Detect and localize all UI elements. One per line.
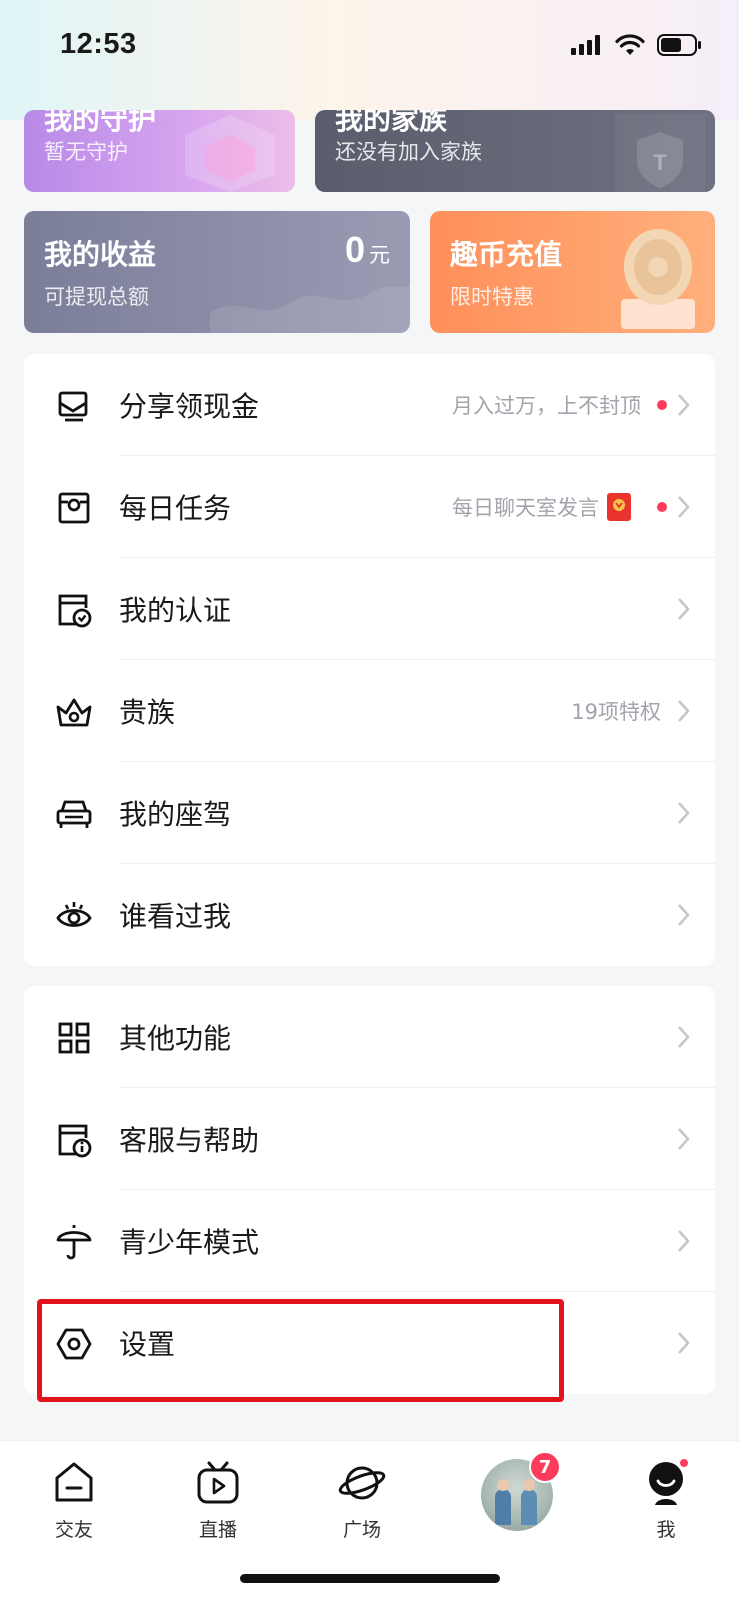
menu-item-verification[interactable]: 我的认证: [24, 558, 715, 660]
income-wave-decoration: [210, 285, 410, 333]
income-title: 我的收益: [44, 238, 157, 271]
tv-play-icon: [190, 1455, 246, 1511]
tab-make-friends[interactable]: 交友: [24, 1455, 124, 1542]
menu-label: 我的座驾: [119, 798, 232, 831]
status-time: 12:53: [60, 28, 137, 60]
my-guard-card[interactable]: 我的守护 暂无守护: [24, 110, 295, 192]
home-icon: [46, 1455, 102, 1511]
my-income-card[interactable]: 我的收益 可提现总额 0 元: [24, 211, 410, 333]
coin-recharge-card[interactable]: 趣币充值 限时特惠: [430, 211, 715, 333]
menu-label: 其他功能: [119, 1022, 232, 1055]
tab-label: 广场: [342, 1519, 381, 1541]
family-subtitle: 还没有加入家族: [335, 140, 482, 164]
shield-icon: T: [615, 114, 705, 192]
wifi-icon: [615, 34, 645, 55]
menu-item-who-viewed-me[interactable]: 谁看过我: [24, 864, 715, 966]
red-envelope-icon: [607, 493, 631, 521]
menu-panel-main: 分享领现金 月入过万，上不封顶 每日任务 每日聊天室发言 我的认证 贵族 19项…: [24, 354, 715, 966]
home-indicator: [240, 1574, 500, 1583]
income-subtitle: 可提现总额: [44, 285, 149, 309]
recharge-title: 趣币充值: [450, 238, 563, 271]
menu-label: 客服与帮助: [119, 1124, 260, 1157]
chevron-right-icon: [678, 1026, 690, 1048]
profile-icon: [638, 1455, 694, 1511]
recharge-subtitle: 限时特惠: [450, 285, 534, 309]
planet-icon: [334, 1455, 390, 1511]
menu-item-daily-task[interactable]: 每日任务 每日聊天室发言: [24, 456, 715, 558]
coin-icon: [621, 229, 695, 329]
chevron-right-icon: [678, 904, 690, 926]
menu-item-customer-service[interactable]: 客服与帮助: [24, 1088, 715, 1190]
crown-icon: [54, 692, 94, 732]
menu-hint: 19项特权: [571, 696, 661, 726]
menu-item-nobility[interactable]: 贵族 19项特权: [24, 660, 715, 762]
tab-live[interactable]: 直播: [168, 1455, 268, 1542]
tab-label: 交友: [54, 1519, 93, 1541]
menu-item-teen-mode[interactable]: 青少年模式: [24, 1190, 715, 1292]
menu-label: 每日任务: [119, 492, 232, 525]
daily-task-icon: [54, 488, 94, 528]
my-family-card[interactable]: 我的家族 还没有加入家族 T: [315, 110, 715, 192]
income-unit: 元: [369, 243, 390, 267]
tab-me[interactable]: 我: [616, 1455, 716, 1542]
hint-text: 19项特权: [571, 700, 661, 724]
settings-highlight-annotation: [37, 1299, 564, 1402]
chevron-right-icon: [678, 496, 690, 518]
family-title: 我的家族: [335, 110, 448, 136]
menu-item-share-cash[interactable]: 分享领现金 月入过万，上不封顶: [24, 354, 715, 456]
chevron-right-icon: [678, 598, 690, 620]
notification-dot: [678, 1457, 690, 1469]
status-bar: 12:53: [0, 0, 739, 100]
guard-decoration-icon: [185, 115, 275, 192]
signal-icon: [571, 35, 600, 55]
guard-subtitle: 暂无守护: [44, 140, 128, 164]
car-icon: [54, 794, 94, 834]
chevron-right-icon: [678, 1128, 690, 1150]
chevron-right-icon: [678, 1332, 690, 1354]
menu-hint: 每日聊天室发言: [452, 492, 631, 522]
svg-text:T: T: [653, 150, 667, 175]
tab-avatar[interactable]: 7: [467, 1451, 567, 1531]
menu-item-my-car[interactable]: 我的座驾: [24, 762, 715, 864]
guard-title: 我的守护: [44, 110, 157, 136]
battery-icon: [657, 34, 701, 56]
chevron-right-icon: [678, 802, 690, 824]
menu-label: 我的认证: [119, 594, 232, 627]
hint-text: 月入过万，上不封顶: [452, 394, 641, 418]
menu-item-other-features[interactable]: 其他功能: [24, 986, 715, 1088]
grid-icon: [54, 1018, 94, 1058]
tab-label: 直播: [198, 1519, 237, 1541]
chevron-right-icon: [678, 1230, 690, 1252]
income-amount: 0: [344, 229, 365, 270]
chevron-right-icon: [678, 700, 690, 722]
share-cash-icon: [54, 386, 94, 426]
notification-dot: [657, 400, 667, 410]
hint-text: 每日聊天室发言: [452, 496, 599, 520]
status-icons: [571, 34, 703, 56]
tab-square[interactable]: 广场: [312, 1455, 412, 1542]
menu-label: 谁看过我: [119, 900, 232, 933]
help-icon: [54, 1120, 94, 1160]
menu-hint: 月入过万，上不封顶: [452, 390, 641, 420]
menu-label: 青少年模式: [119, 1226, 260, 1259]
notification-dot: [657, 502, 667, 512]
umbrella-icon: [54, 1222, 94, 1262]
verify-icon: [54, 590, 94, 630]
menu-label: 贵族: [119, 696, 176, 729]
tab-label: 我: [656, 1519, 676, 1541]
eye-icon: [54, 896, 94, 936]
notification-badge: 7: [529, 1451, 561, 1483]
menu-label: 分享领现金: [119, 390, 260, 423]
chevron-right-icon: [678, 394, 690, 416]
